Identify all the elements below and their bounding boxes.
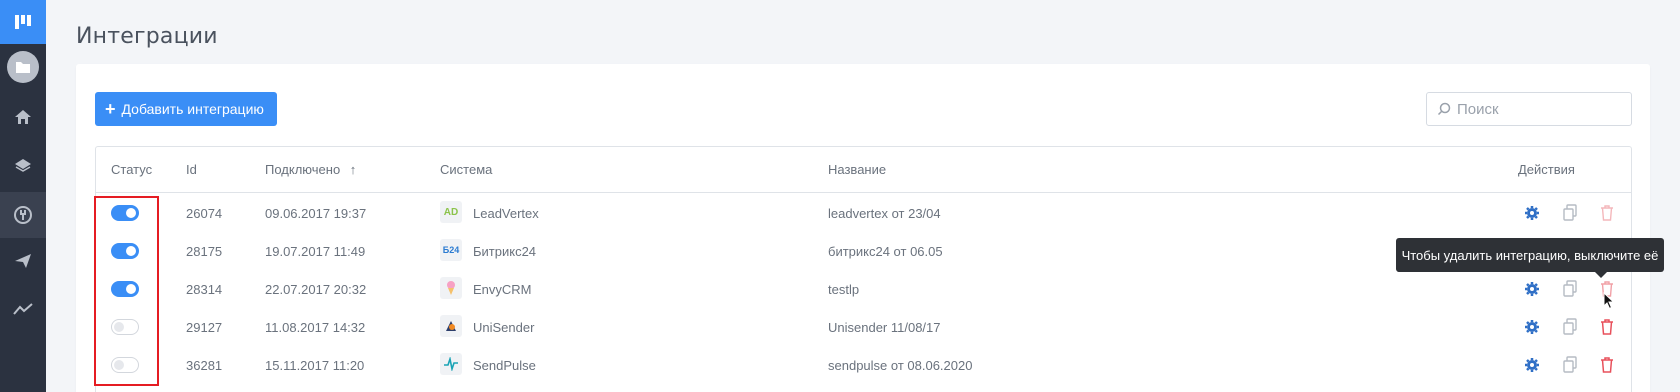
row-name[interactable]: testlp bbox=[828, 282, 859, 297]
row-connected: 11.08.2017 14:32 bbox=[265, 320, 366, 335]
copy-icon[interactable] bbox=[1561, 204, 1579, 222]
row-id: 36281 bbox=[186, 358, 223, 373]
home-icon bbox=[15, 110, 31, 124]
header-status[interactable]: Статус bbox=[111, 162, 152, 177]
header-id[interactable]: Id bbox=[186, 162, 197, 177]
delete-disabled-tooltip: Чтобы удалить интеграцию, выключите её bbox=[1396, 238, 1664, 278]
copy-icon[interactable] bbox=[1561, 318, 1579, 336]
sidebar-item-send[interactable] bbox=[0, 238, 46, 284]
header-system[interactable]: Система bbox=[440, 162, 492, 177]
row-name[interactable]: leadvertex от 23/04 bbox=[828, 206, 941, 221]
table-row: 36281 15.11.2017 11:20 SendPulse sendpul… bbox=[96, 347, 1631, 385]
sidebar-item-layers[interactable] bbox=[0, 142, 46, 188]
sidebar bbox=[0, 0, 46, 392]
unisender-logo-icon bbox=[440, 315, 462, 337]
sidebar-item-home[interactable] bbox=[0, 94, 46, 140]
app-logo[interactable] bbox=[0, 0, 46, 44]
table-header: Статус Id Подключено ↑ Система Название … bbox=[96, 147, 1631, 193]
row-system: UniSender bbox=[473, 320, 535, 335]
mouse-cursor-icon bbox=[1603, 292, 1615, 310]
copy-icon[interactable] bbox=[1561, 356, 1579, 374]
folder-icon bbox=[7, 51, 39, 83]
row-system: SendPulse bbox=[473, 358, 536, 373]
row-system: Битрикс24 bbox=[473, 244, 537, 259]
table-row: 28314 22.07.2017 20:32 EnvyCRM testlp bbox=[96, 271, 1631, 309]
gear-icon[interactable] bbox=[1523, 356, 1541, 374]
integrations-icon bbox=[14, 206, 32, 224]
gear-icon[interactable] bbox=[1523, 318, 1541, 336]
row-system: LeadVertex bbox=[473, 206, 539, 221]
row-id: 28314 bbox=[186, 282, 223, 297]
row-connected: 15.11.2017 11:20 bbox=[265, 358, 365, 373]
leadvertex-logo-icon: AD bbox=[440, 201, 462, 223]
bitrix24-logo-icon: Б24 bbox=[440, 239, 462, 261]
layers-icon bbox=[15, 159, 31, 172]
table-row: 29127 11.08.2017 14:32 UniSender Unisend… bbox=[96, 309, 1631, 347]
search-icon bbox=[1437, 102, 1451, 116]
add-integration-label: Добавить интеграцию bbox=[121, 101, 264, 117]
search-box[interactable] bbox=[1426, 92, 1632, 126]
row-name[interactable]: sendpulse от 08.06.2020 bbox=[828, 358, 972, 373]
header-name[interactable]: Название bbox=[828, 162, 886, 177]
row-id: 26074 bbox=[186, 206, 223, 221]
row-id: 28175 bbox=[186, 244, 223, 259]
logo-icon bbox=[15, 15, 31, 29]
header-connected[interactable]: Подключено ↑ bbox=[265, 162, 356, 177]
sort-arrow-icon: ↑ bbox=[349, 162, 357, 177]
page-title: Интеграции bbox=[76, 24, 218, 49]
row-connected: 09.06.2017 19:37 bbox=[265, 206, 367, 221]
sidebar-item-analytics[interactable] bbox=[0, 286, 46, 332]
row-id: 29127 bbox=[186, 320, 223, 335]
row-system: EnvyCRM bbox=[473, 282, 532, 297]
row-name[interactable]: битрикс24 от 06.05 bbox=[828, 244, 943, 259]
send-icon bbox=[15, 254, 31, 268]
trash-icon[interactable] bbox=[1598, 356, 1616, 374]
status-column-highlight bbox=[94, 196, 159, 386]
gear-icon[interactable] bbox=[1523, 204, 1541, 222]
header-actions: Действия bbox=[1518, 162, 1575, 177]
chart-icon bbox=[13, 303, 33, 315]
search-input[interactable] bbox=[1457, 100, 1617, 118]
row-name[interactable]: Unisender 11/08/17 bbox=[828, 320, 941, 335]
sidebar-item-integrations[interactable] bbox=[0, 192, 46, 238]
gear-icon[interactable] bbox=[1523, 280, 1541, 298]
row-connected: 19.07.2017 11:49 bbox=[265, 244, 366, 259]
trash-icon[interactable] bbox=[1598, 204, 1616, 222]
header-connected-label: Подключено bbox=[265, 162, 341, 177]
table-row: 26074 09.06.2017 19:37 AD LeadVertex lea… bbox=[96, 195, 1631, 233]
trash-icon[interactable] bbox=[1598, 318, 1616, 336]
add-integration-button[interactable]: + Добавить интеграцию bbox=[95, 92, 277, 126]
copy-icon[interactable] bbox=[1561, 280, 1579, 298]
sendpulse-logo-icon bbox=[440, 353, 462, 375]
row-connected: 22.07.2017 20:32 bbox=[265, 282, 367, 297]
plus-icon: + bbox=[105, 99, 116, 119]
sidebar-item-projects[interactable] bbox=[0, 44, 46, 90]
envycrm-logo-icon bbox=[440, 277, 462, 299]
